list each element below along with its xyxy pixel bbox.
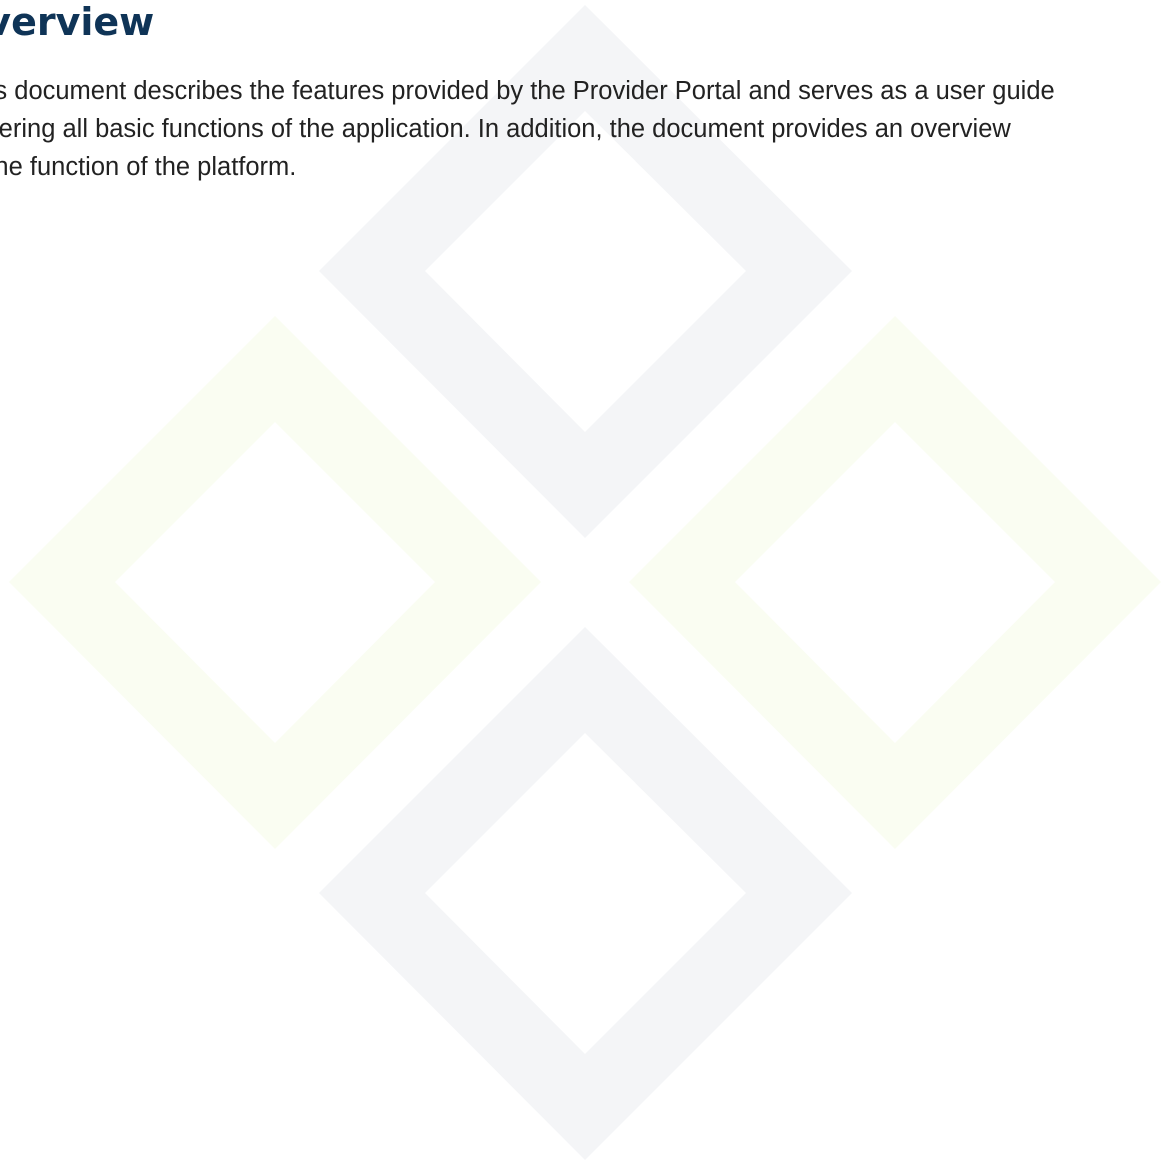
intro-line-3: of the function of the platform.: [0, 153, 297, 181]
page-title: Overview: [0, 0, 155, 44]
intro-line-1: This document describes the features pro…: [0, 77, 1055, 105]
intro-line-2: covering all basic functions of the appl…: [0, 115, 1011, 143]
intro-paragraph: This document describes the features pro…: [0, 72, 1162, 186]
document-page: Overview This document describes the fea…: [0, 0, 1162, 1163]
